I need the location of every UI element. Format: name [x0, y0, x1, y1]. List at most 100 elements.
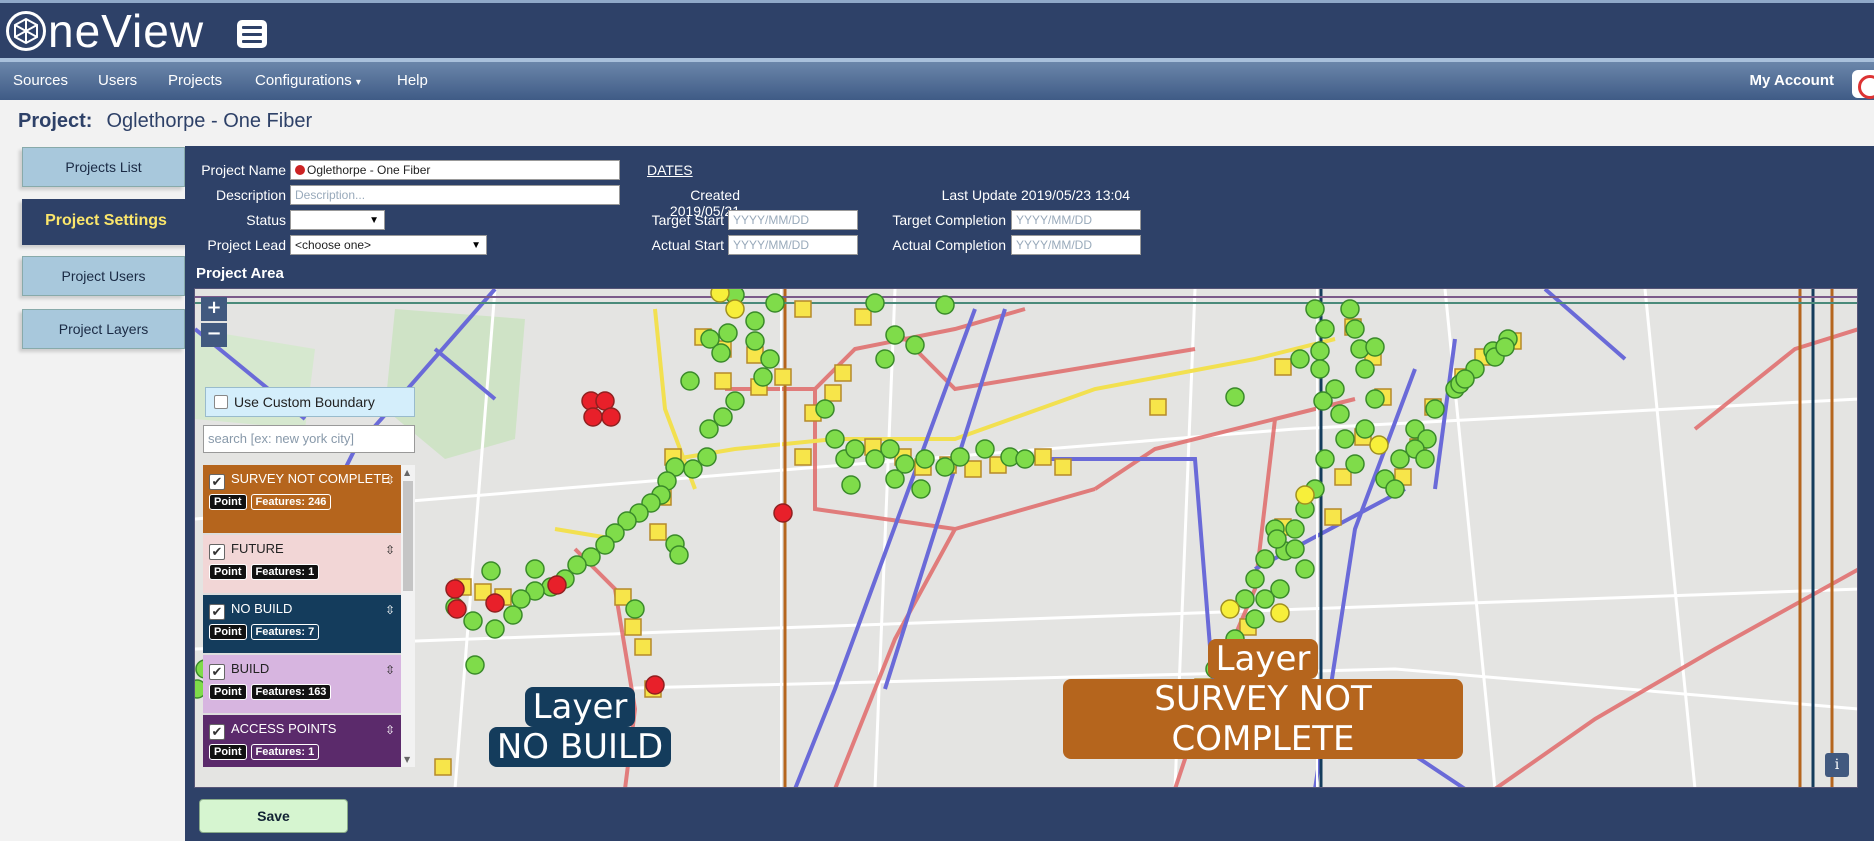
layer-future[interactable]: ✔ FUTURE ⇳ Point Features: 1 [203, 535, 401, 593]
layer-features-badge: Features: 163 [250, 684, 332, 700]
required-icon [295, 165, 305, 175]
layer-build[interactable]: ✔ BUILD ⇳ Point Features: 163 [203, 655, 401, 713]
map-label-survey: Layer SURVEY NOT COMPLETE [1063, 639, 1463, 759]
layer-list: ✔ SURVEY NOT COMPLETE ⇳ Point Features: 24… [203, 465, 415, 767]
status-label: Status [246, 212, 286, 228]
tab-project-users[interactable]: Project Users [22, 256, 185, 296]
layer-checkbox[interactable]: ✔ [209, 664, 225, 680]
layer-checkbox[interactable]: ✔ [209, 474, 225, 490]
tab-projects-list[interactable]: Projects List [22, 147, 185, 187]
layer-type-badge: Point [209, 744, 247, 760]
scrollbar-thumb[interactable] [403, 481, 413, 591]
layer-name: BUILD [231, 661, 270, 676]
dates-heading: DATES [647, 162, 693, 178]
last-update-value: 2019/05/23 13:04 [1021, 187, 1130, 203]
logo-globe-icon [6, 11, 46, 51]
target-start-label: Target Start [651, 212, 724, 228]
last-update-label: Last Update 2019/05/23 13:04 [880, 187, 1130, 203]
reorder-icon[interactable]: ⇳ [385, 663, 395, 677]
custom-boundary-checkbox[interactable] [214, 395, 228, 409]
layer-checkbox[interactable]: ✔ [209, 604, 225, 620]
zoom-in-button[interactable]: + [201, 297, 227, 321]
project-lead-value: <choose one> [295, 238, 372, 252]
actual-completion-field[interactable]: YYYY/MM/DD [1011, 235, 1141, 255]
scroll-down-icon[interactable]: ▼ [404, 755, 410, 764]
status-select[interactable]: ▼ [290, 210, 385, 230]
project-lead-select[interactable]: <choose one> ▼ [290, 235, 487, 255]
reorder-icon[interactable]: ⇳ [385, 473, 395, 487]
layer-name: ACCESS POINTS [231, 721, 337, 736]
target-completion-label: Target Completion [892, 212, 1006, 228]
created-label-text: Created [690, 187, 740, 203]
layer-type-badge: Point [209, 624, 247, 640]
main-nav: Sources Users Projects Configurations ▾ … [0, 58, 1874, 100]
project-name: Oglethorpe - One Fiber [106, 110, 313, 132]
save-button[interactable]: Save [199, 799, 348, 833]
layer-checkbox[interactable]: ✔ [209, 544, 225, 560]
layer-type-badge: Point [209, 564, 247, 580]
tab-project-settings[interactable]: Project Settings [22, 199, 190, 245]
layer-type-badge: Point [209, 494, 247, 510]
page-title: Project: Oglethorpe - One Fiber [18, 110, 312, 133]
reorder-icon[interactable]: ⇳ [385, 603, 395, 617]
nav-configurations-label: Configurations [255, 72, 352, 89]
last-update-label-text: Last Update [941, 187, 1018, 203]
layer-access-points[interactable]: ✔ ACCESS POINTS ⇳ Point Features: 1 [203, 715, 401, 767]
chevron-down-icon: ▼ [471, 240, 481, 251]
map-label-no-build-line2: NO BUILD [488, 727, 672, 767]
map-tiles [195, 289, 1857, 787]
logo-text: neView [48, 5, 205, 57]
chevron-down-icon: ▼ [369, 215, 379, 226]
actual-start-field[interactable]: YYYY/MM/DD [728, 235, 858, 255]
project-name-label: Project Name [201, 162, 286, 178]
description-field[interactable]: Description... [290, 185, 620, 205]
custom-boundary-label: Use Custom Boundary [234, 394, 375, 410]
layer-list-scrollbar[interactable]: ▲ ▼ [401, 465, 415, 767]
project-area-heading: Project Area [196, 265, 284, 282]
project-name-field[interactable]: Oglethorpe - One Fiber [290, 160, 620, 180]
map-search-input[interactable]: search [ex: new york city] [203, 425, 415, 453]
reorder-icon[interactable]: ⇳ [385, 723, 395, 737]
layer-features-badge: Features: 1 [250, 564, 320, 580]
layer-features-badge: Features: 246 [250, 494, 332, 510]
layer-features-badge: Features: 7 [250, 624, 320, 640]
layer-no-build[interactable]: ✔ NO BUILD ⇳ Point Features: 7 [203, 595, 401, 653]
project-map[interactable]: + − Use Custom Boundary search [ex: new … [194, 288, 1858, 788]
actual-completion-label: Actual Completion [892, 237, 1006, 253]
power-icon[interactable] [1852, 70, 1874, 99]
scroll-up-icon[interactable]: ▲ [404, 468, 410, 477]
zoom-out-button[interactable]: − [201, 323, 227, 347]
tab-project-layers[interactable]: Project Layers [22, 309, 185, 349]
map-label-survey-line2: SURVEY NOT COMPLETE [1063, 679, 1463, 759]
project-lead-label: Project Lead [207, 237, 286, 253]
nav-users[interactable]: Users [98, 72, 137, 89]
target-start-field[interactable]: YYYY/MM/DD [728, 210, 858, 230]
reorder-icon[interactable]: ⇳ [385, 543, 395, 557]
actual-start-label: Actual Start [651, 237, 724, 253]
app-header: neView [0, 0, 1874, 58]
nav-projects[interactable]: Projects [168, 72, 222, 89]
menu-hamburger-icon[interactable] [237, 20, 267, 48]
layer-survey-not-complete[interactable]: ✔ SURVEY NOT COMPLETE ⇳ Point Features: 24… [203, 465, 401, 533]
app-logo[interactable]: neView [6, 5, 204, 57]
layer-name: FUTURE [231, 541, 284, 556]
map-label-survey-line1: Layer [1207, 639, 1319, 679]
nav-help[interactable]: Help [397, 72, 428, 89]
map-label-no-build-line1: Layer [524, 687, 636, 727]
target-completion-field[interactable]: YYYY/MM/DD [1011, 210, 1141, 230]
layer-features-badge: Features: 1 [250, 744, 320, 760]
layer-type-badge: Point [209, 684, 247, 700]
layer-name: NO BUILD [231, 601, 293, 616]
project-name-value: Oglethorpe - One Fiber [307, 163, 431, 177]
project-label: Project: [18, 110, 93, 132]
layer-checkbox[interactable]: ✔ [209, 724, 225, 740]
nav-my-account[interactable]: My Account [1750, 72, 1834, 89]
chevron-down-icon: ▾ [355, 77, 361, 88]
nav-configurations[interactable]: Configurations ▾ [255, 72, 361, 89]
map-label-no-build: Layer NO BUILD [485, 687, 675, 767]
layer-name: SURVEY NOT COMPLETE [231, 471, 390, 486]
nav-sources[interactable]: Sources [13, 72, 68, 89]
custom-boundary-toggle[interactable]: Use Custom Boundary [205, 387, 415, 417]
info-icon[interactable]: i [1825, 753, 1849, 777]
description-label: Description [215, 187, 286, 203]
